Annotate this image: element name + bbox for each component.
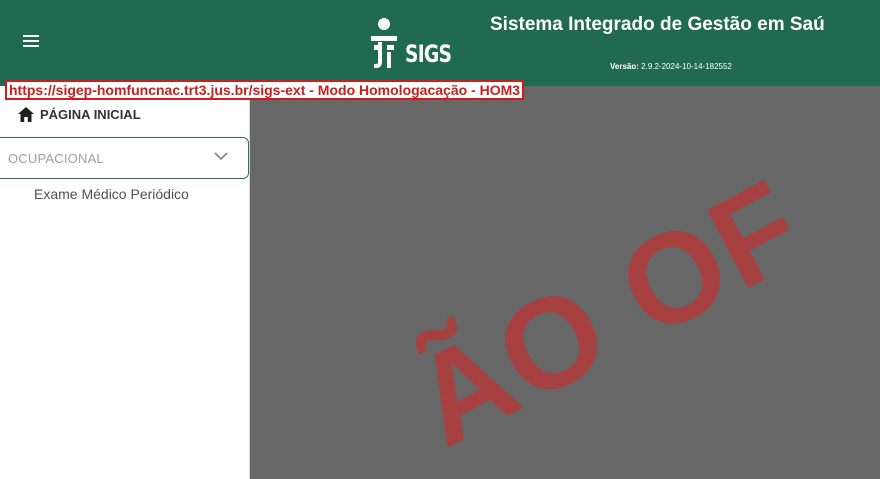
main-content-overlay: ÃO OF	[250, 86, 880, 479]
watermark-text: ÃO OF	[390, 152, 825, 475]
app-header: SIGS Sistema Integrado de Gestão em Saú …	[0, 0, 880, 86]
chevron-down-icon	[214, 152, 228, 161]
version-info: Versão: 2.9.2-2024-10-14-182552	[610, 62, 732, 71]
sidebar-item-home[interactable]: PÁGINA INICIAL	[18, 107, 141, 122]
sidebar-group-ocupacional[interactable]: OCUPACIONAL	[0, 137, 249, 179]
sidebar-item-home-label: PÁGINA INICIAL	[40, 107, 141, 122]
version-value: 2.9.2-2024-10-14-182552	[641, 62, 732, 71]
sigs-logo-figure-icon	[371, 18, 397, 68]
logo-text: SIGS	[405, 40, 452, 68]
sidebar-group-label: OCUPACIONAL	[8, 151, 104, 166]
sidebar-item-exame-medico-periodico[interactable]: Exame Médico Periódico	[34, 186, 189, 202]
environment-banner: https://sigep-homfuncnac.trt3.jus.br/sig…	[5, 80, 525, 100]
app-logo: SIGS	[369, 16, 464, 72]
home-icon	[18, 107, 34, 122]
app-title: Sistema Integrado de Gestão em Saú	[490, 14, 825, 35]
menu-icon[interactable]	[20, 28, 48, 56]
version-label: Versão:	[610, 62, 639, 71]
